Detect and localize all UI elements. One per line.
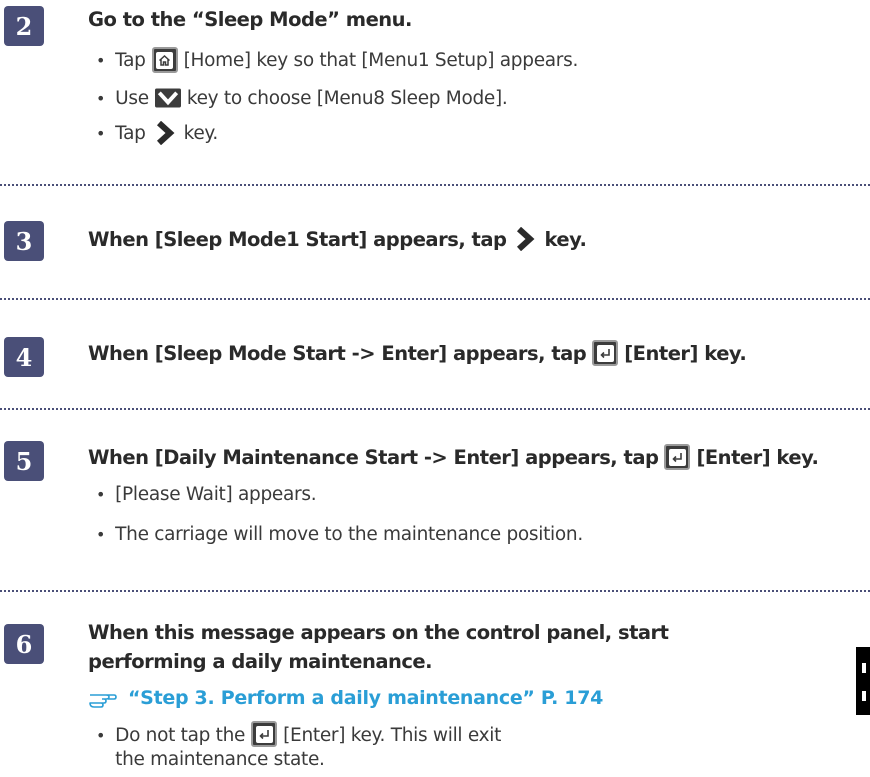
section-divider (0, 590, 870, 592)
bullet-text: Tap (115, 49, 146, 71)
step-number-badge: 3 (4, 221, 44, 261)
step-title: Go to the “Sleep Mode” menu. (88, 8, 412, 31)
bullet-text: [Home] key so that [Menu1 Setup] appears… (183, 49, 579, 71)
bullet-text: The carriage will move to the maintenanc… (115, 524, 583, 545)
enter-icon (592, 340, 619, 366)
step-number-badge: 5 (4, 441, 44, 481)
bullet-text: Use (115, 87, 149, 109)
enter-icon (251, 721, 278, 747)
instruction-bullet: • Tap [Home] key so that [Menu1 Setup] a… (96, 47, 578, 73)
step-title: When this message appears on the control… (88, 621, 669, 673)
bullet-dot: • (96, 525, 106, 544)
reference-link[interactable]: “Step 3. Perform a daily maintenance” P.… (88, 687, 603, 709)
instruction-bullet: • [Please Wait] appears. (96, 484, 317, 505)
instruction-bullet: • Use key to choose [Menu8 Sleep Mode]. (96, 85, 508, 111)
step-title-text: When [Sleep Mode1 Start] appears, tap (88, 227, 507, 251)
control-panel-image (856, 647, 870, 715)
step-number-badge: 2 (4, 6, 44, 46)
step-title: When [Daily Maintenance Start -> Enter] … (88, 444, 819, 470)
down-arrow-icon (154, 85, 181, 111)
bullet-text: Tap (115, 122, 146, 144)
step-title: When [Sleep Mode Start -> Enter] appears… (88, 340, 747, 366)
bullet-dot: • (96, 123, 106, 143)
step-title-text: [Enter] key. (696, 445, 819, 469)
bullet-text: Do not tap the [Enter] key. This will exi… (115, 721, 536, 772)
bullet-text-before: Do not tap the (115, 725, 246, 746)
step-title-text: key. (544, 227, 587, 251)
bullet-text: [Please Wait] appears. (115, 484, 317, 505)
right-arrow-icon (152, 120, 178, 146)
enter-icon (664, 444, 691, 470)
panel-mark (862, 691, 866, 701)
instruction-bullet: • Tap key. (96, 120, 218, 146)
step-number-badge: 6 (4, 624, 44, 664)
instruction-bullet: • The carriage will move to the maintena… (96, 524, 583, 545)
section-divider (0, 408, 870, 410)
section-divider (0, 184, 870, 186)
reference-link-text[interactable]: “Step 3. Perform a daily maintenance” P.… (128, 687, 603, 709)
section-divider (0, 298, 870, 300)
panel-mark (862, 663, 866, 673)
step-title: When [Sleep Mode1 Start] appears, tap ke… (88, 226, 587, 252)
step-title-text: When [Daily Maintenance Start -> Enter] … (88, 445, 659, 469)
step-number-badge: 4 (4, 337, 44, 377)
bullet-text: key to choose [Menu8 Sleep Mode]. (186, 87, 508, 109)
bullet-dot: • (96, 485, 106, 504)
pointing-hand-icon (88, 687, 118, 709)
instruction-bullet: • Do not tap the [Enter] key. This will e… (96, 721, 536, 772)
bullet-dot: • (96, 726, 106, 745)
bullet-dot: • (96, 50, 106, 70)
step-title-text: When [Sleep Mode Start -> Enter] appears… (88, 341, 587, 365)
bullet-text: key. (183, 122, 219, 144)
bullet-dot: • (96, 88, 106, 108)
right-arrow-icon (512, 226, 538, 252)
step-title-text: [Enter] key. (624, 341, 747, 365)
home-icon (151, 47, 178, 73)
